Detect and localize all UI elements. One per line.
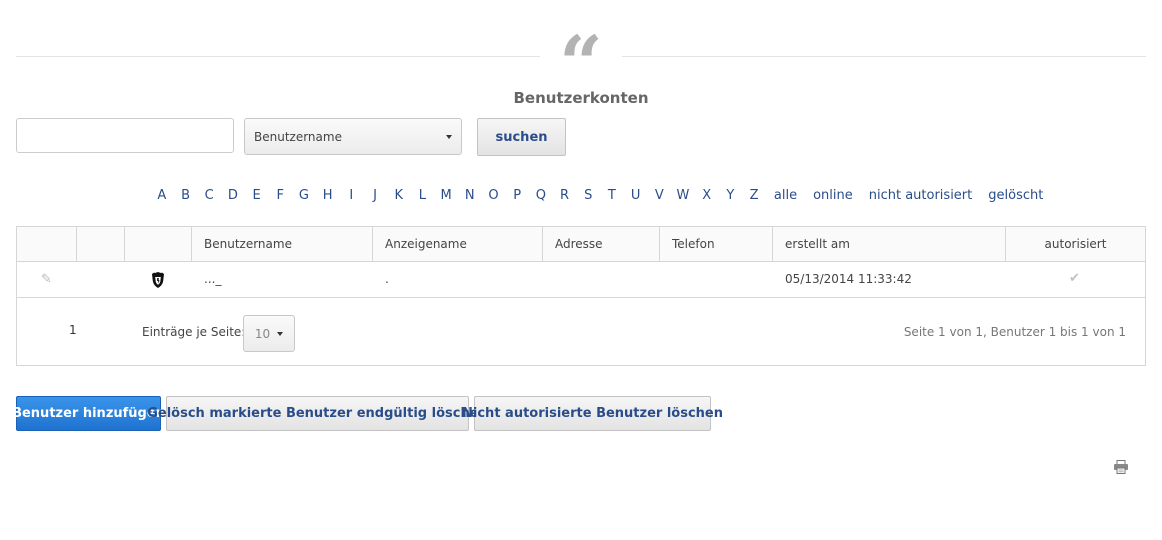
pager-summary: Seite 1 von 1, Benutzer 1 bis 1 von 1 — [903, 325, 1126, 339]
filter-letter-k[interactable]: K — [387, 188, 411, 203]
chevron-down-icon — [446, 134, 452, 139]
filter-letter-p[interactable]: P — [505, 188, 529, 203]
header-divider-left — [16, 56, 540, 57]
filter-letter-x[interactable]: X — [695, 188, 719, 203]
filter-letter-n[interactable]: N — [458, 188, 482, 203]
header-address[interactable]: Adresse — [543, 227, 660, 262]
header-display-name[interactable]: Anzeigename — [373, 227, 543, 262]
per-page-label: Einträge je Seite: — [142, 325, 246, 339]
filter-letter-a[interactable]: A — [150, 188, 174, 203]
printer-icon[interactable] — [1113, 460, 1129, 474]
header-role-column — [125, 227, 192, 262]
filter-letter-e[interactable]: E — [245, 188, 269, 203]
delete-unauthorized-users-button[interactable]: Nicht autorisierte Benutzer löschen — [462, 396, 723, 431]
filter-letter-q[interactable]: Q — [529, 188, 553, 203]
filter-letter-v[interactable]: V — [647, 188, 671, 203]
filter-online[interactable]: online — [805, 188, 861, 203]
filter-letter-f[interactable]: F — [268, 188, 292, 203]
filter-letter-m[interactable]: M — [434, 188, 458, 203]
per-page-select[interactable]: 10 — [243, 315, 295, 352]
header-divider-right — [622, 56, 1146, 57]
header-delete-column — [77, 227, 125, 262]
filter-letter-d[interactable]: D — [221, 188, 245, 203]
filter-letter-o[interactable]: O — [482, 188, 506, 203]
search-input[interactable] — [16, 118, 234, 153]
search-field-selected: Benutzername — [254, 129, 342, 144]
pager-page-link[interactable]: 1 — [69, 323, 77, 337]
filter-letter-y[interactable]: Y — [719, 188, 743, 203]
filter-letter-l[interactable]: L — [411, 188, 435, 203]
quote-icon: “ — [559, 19, 603, 108]
cell-username: ..._ — [204, 272, 222, 286]
table-row: ✎ ..._ . 05/13/2014 11:33:42 ✔ — [17, 262, 1145, 298]
shield-icon — [152, 272, 164, 288]
purge-deleted-users-button[interactable]: Gelösch markierte Benutzer endgültig lös… — [147, 396, 488, 431]
filter-letter-r[interactable]: R — [553, 188, 577, 203]
filter-letter-h[interactable]: H — [316, 188, 340, 203]
filter-unauthorized[interactable]: nicht autorisiert — [861, 188, 981, 203]
alphabet-filter: A B C D E F G H I J K L M N O P Q R S T … — [150, 186, 1051, 204]
header-authorized[interactable]: autorisiert — [1006, 227, 1145, 262]
filter-letter-c[interactable]: C — [197, 188, 221, 203]
search-button[interactable]: suchen — [477, 118, 566, 156]
cell-address — [543, 262, 660, 298]
filter-all[interactable]: alle — [766, 188, 805, 203]
check-icon: ✔ — [1069, 271, 1080, 286]
add-user-button[interactable]: Benutzer hinzufügen — [12, 396, 165, 431]
cell-display-name: . — [385, 272, 389, 286]
cell-created: 05/13/2014 11:33:42 — [785, 272, 912, 286]
header-username[interactable]: Benutzername — [192, 227, 373, 262]
users-table: Benutzername Anzeigename Adresse Telefon… — [16, 226, 1146, 366]
filter-letter-w[interactable]: W — [671, 188, 695, 203]
header-created[interactable]: erstellt am — [773, 227, 1006, 262]
pencil-icon[interactable]: ✎ — [41, 273, 55, 287]
search-field-select[interactable]: Benutzername — [244, 118, 462, 155]
table-header: Benutzername Anzeigename Adresse Telefon… — [17, 227, 1145, 262]
filter-letter-j[interactable]: J — [363, 188, 387, 203]
filter-deleted[interactable]: gelöscht — [980, 188, 1051, 203]
chevron-down-icon — [277, 331, 284, 336]
filter-letter-s[interactable]: S — [576, 188, 600, 203]
filter-letter-b[interactable]: B — [174, 188, 198, 203]
filter-letter-g[interactable]: G — [292, 188, 316, 203]
header-edit-column — [17, 227, 77, 262]
header-phone[interactable]: Telefon — [660, 227, 773, 262]
filter-letter-z[interactable]: Z — [742, 188, 766, 203]
cell-phone — [660, 262, 773, 298]
table-pager: 1 Einträge je Seite: 10 Seite 1 von 1, B… — [17, 299, 1145, 365]
filter-letter-u[interactable]: U — [624, 188, 648, 203]
filter-letter-i[interactable]: I — [340, 188, 364, 203]
page-title: Benutzerkonten — [513, 89, 649, 107]
per-page-value: 10 — [254, 326, 271, 341]
filter-letter-t[interactable]: T — [600, 188, 624, 203]
